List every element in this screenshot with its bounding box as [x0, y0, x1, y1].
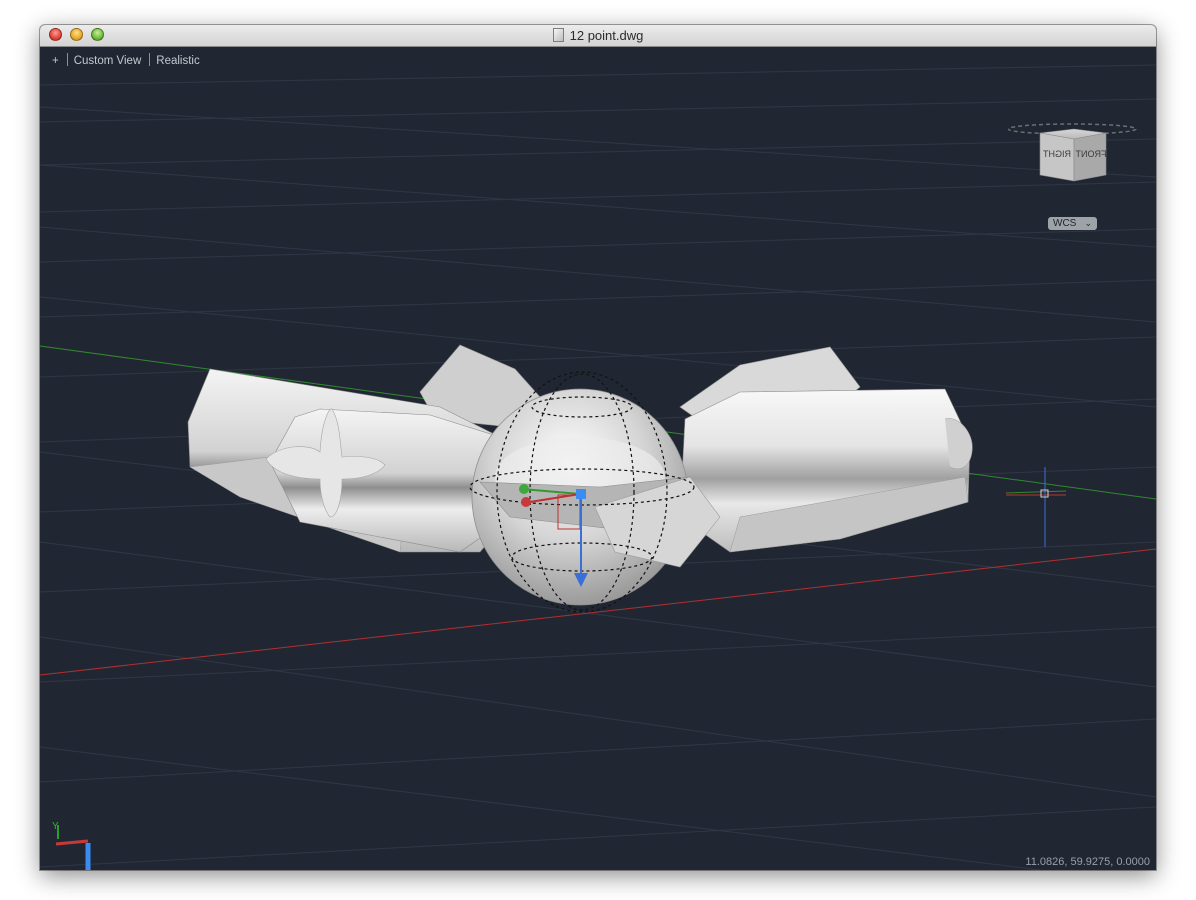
viewcube-right-label: RIGHT — [1043, 149, 1072, 159]
app-window: 12 point.dwg Y + Custom View Realistic R… — [40, 25, 1156, 870]
drawing-viewport[interactable]: Y Z + Custom View Realistic RIGHT FRONT WC… — [40, 47, 1156, 870]
scene-canvas[interactable]: Y Z — [40, 47, 1156, 870]
ucs-icon: Y Z — [52, 821, 91, 870]
model-12-point[interactable] — [187, 344, 973, 613]
viewcube-front-label: FRONT — [1075, 149, 1106, 159]
viewport-controls: + Custom View Realistic — [52, 53, 200, 67]
view-menu-button[interactable]: Custom View — [74, 55, 142, 67]
document-icon — [552, 28, 564, 42]
crosshair-icon — [1005, 467, 1067, 547]
ucs-dropdown[interactable]: WCS ⌄ — [1048, 217, 1097, 230]
chevron-down-icon: ⌄ — [1084, 218, 1092, 228]
window-title: 12 point.dwg — [40, 28, 1156, 43]
svg-text:Y: Y — [52, 821, 59, 832]
viewport-menu-button[interactable]: + — [52, 55, 59, 67]
coordinate-readout: 11.0826, 59.9275, 0.0000 — [1025, 856, 1150, 868]
title-bar[interactable]: 12 point.dwg — [40, 25, 1156, 47]
window-title-text: 12 point.dwg — [569, 28, 644, 43]
visual-style-menu-button[interactable]: Realistic — [156, 55, 199, 67]
viewcube-icon[interactable]: RIGHT FRONT — [1007, 99, 1140, 209]
ucs-dropdown-label: WCS — [1053, 218, 1077, 229]
